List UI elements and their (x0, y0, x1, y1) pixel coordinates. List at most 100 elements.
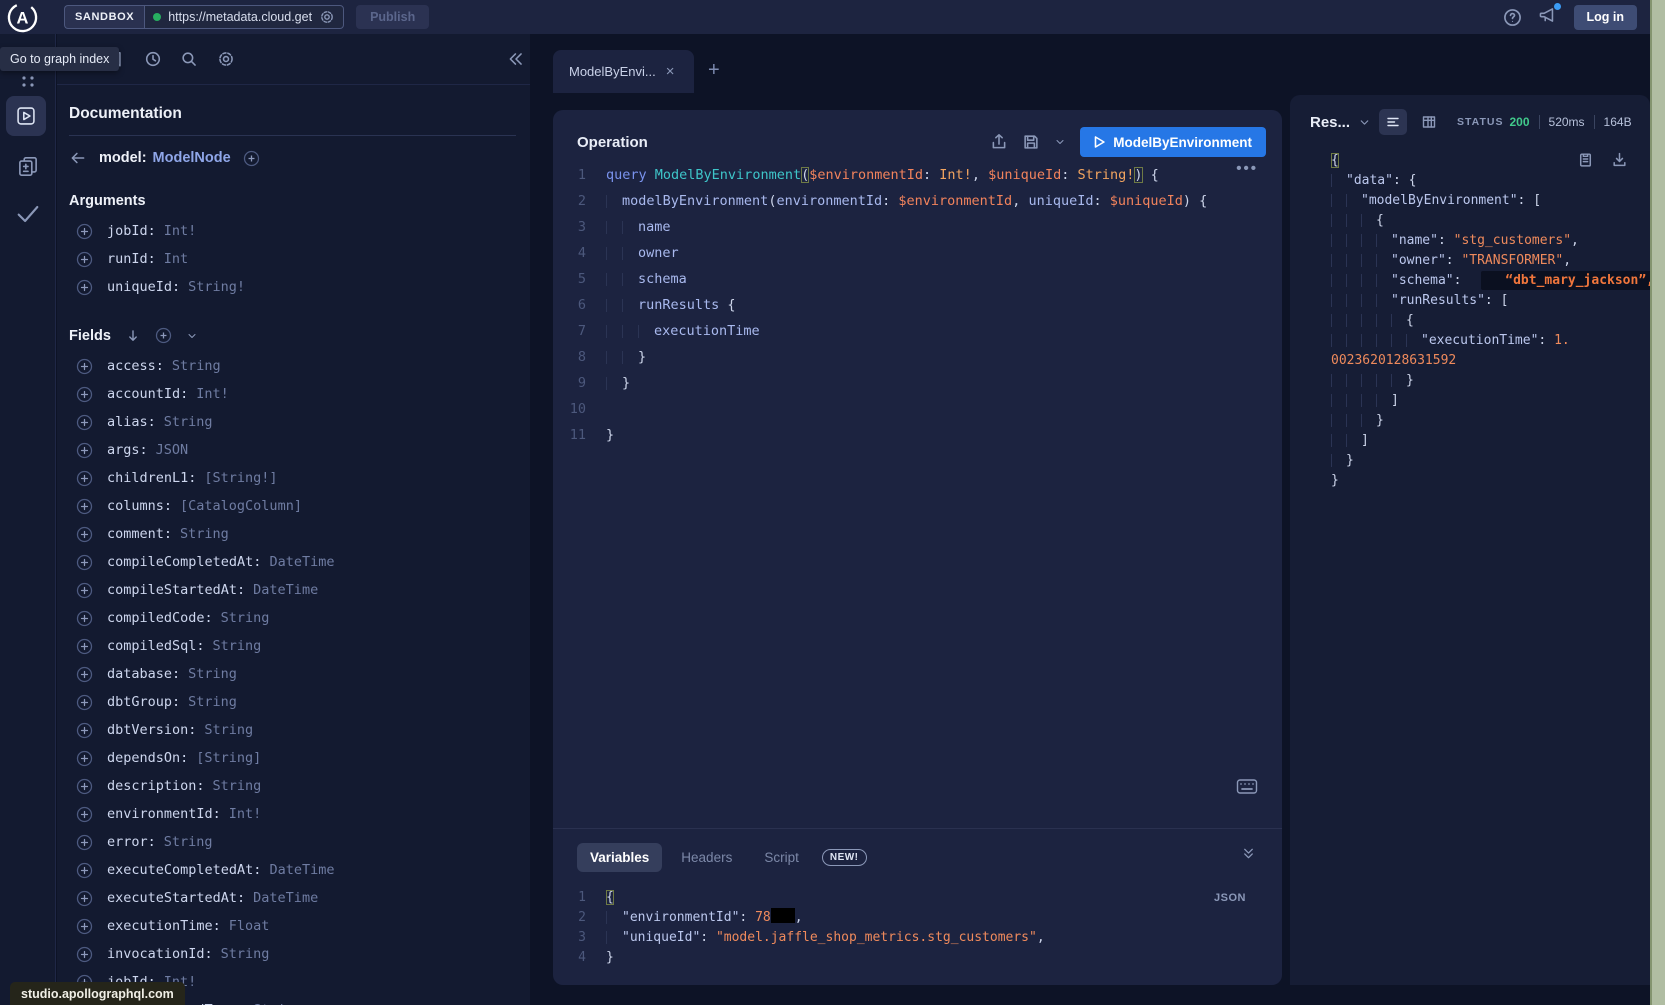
code-line: 7executionTime (553, 318, 1282, 344)
explorer-settings-gear-icon[interactable] (217, 50, 235, 68)
share-icon[interactable] (990, 133, 1008, 151)
doc-field-item: childrenL1:[String!] (69, 464, 516, 492)
back-arrow-icon[interactable] (69, 149, 87, 167)
checklist-nav-icon[interactable] (14, 202, 42, 226)
code-token: Int! (939, 167, 972, 183)
collapse-panel-icon[interactable] (507, 50, 525, 68)
add-to-operation-icon[interactable] (76, 750, 93, 767)
add-fields-icon[interactable] (155, 327, 172, 344)
keyboard-shortcuts-icon[interactable] (1236, 778, 1258, 795)
operation-code-editor[interactable]: 1query ModelByEnvironment($environmentId… (553, 162, 1282, 448)
add-to-operation-icon[interactable] (76, 582, 93, 599)
tab-variables[interactable]: Variables (577, 843, 662, 872)
endpoint-url-text[interactable]: https://metadata.cloud.get (168, 10, 312, 24)
add-to-operation-icon[interactable] (76, 554, 93, 571)
add-to-operation-icon[interactable] (76, 666, 93, 683)
line-number: 2 (553, 188, 599, 214)
field-name: environmentId: (107, 806, 221, 822)
fields-menu-chevron-icon[interactable] (186, 330, 198, 342)
indent-guide (1331, 334, 1346, 347)
code-line: "schema": “dbt_mary_jackson”, (1324, 271, 1640, 291)
add-to-operation-icon[interactable] (76, 722, 93, 739)
operation-panel: Operation ModelByEnvironment ••• 1query … (553, 110, 1282, 985)
add-to-operation-icon[interactable] (76, 778, 93, 795)
indent-guide (1361, 274, 1376, 287)
indent-guide (622, 247, 638, 261)
login-button[interactable]: Log in (1574, 5, 1638, 30)
add-to-operation-icon[interactable] (76, 862, 93, 879)
add-to-operation-icon[interactable] (76, 638, 93, 655)
operation-tab[interactable]: ModelByEnvi... × (553, 50, 694, 93)
indent-guide (1331, 454, 1346, 467)
add-to-operation-icon[interactable] (76, 279, 93, 296)
add-to-operation-icon[interactable] (76, 526, 93, 543)
add-to-operation-icon[interactable] (76, 251, 93, 268)
new-badge: NEW! (822, 849, 867, 866)
run-operation-button[interactable]: ModelByEnvironment (1080, 127, 1266, 157)
add-to-operation-icon[interactable] (76, 498, 93, 515)
apollo-logo[interactable]: A (6, 1, 39, 34)
code-token: : (1538, 333, 1554, 348)
indent-guide (1361, 294, 1376, 307)
add-to-operation-icon[interactable] (76, 694, 93, 711)
indent-guide (1346, 394, 1361, 407)
save-icon[interactable] (1022, 133, 1040, 151)
endpoint-settings-gear-icon[interactable] (319, 9, 335, 25)
add-to-operation-icon[interactable] (76, 806, 93, 823)
operation-title: Operation (577, 134, 648, 151)
add-to-operation-icon[interactable] (76, 223, 93, 240)
add-to-operation-icon[interactable] (76, 386, 93, 403)
field-type: String (213, 638, 262, 654)
code-token: : (739, 910, 755, 925)
add-to-operation-icon[interactable] (76, 358, 93, 375)
add-to-operation-icon[interactable] (76, 470, 93, 487)
add-to-operation-icon[interactable] (76, 946, 93, 963)
code-token: query (606, 167, 655, 183)
graph-index-dots-icon[interactable] (18, 74, 38, 88)
app-root: SANDBOX https://metadata.cloud.get Publi… (0, 0, 1665, 1005)
new-tab-button[interactable]: + (708, 60, 720, 80)
response-chevron-icon[interactable] (1358, 116, 1371, 129)
save-chevron-icon[interactable] (1054, 136, 1066, 148)
history-icon[interactable] (144, 50, 162, 68)
field-name: error: (107, 834, 156, 850)
format-text-toggle[interactable] (1379, 109, 1407, 135)
variables-editor[interactable]: 1{2"environmentId": 78,3"uniqueId": "mod… (553, 888, 1282, 968)
code-token: : (923, 167, 939, 183)
doc-field-item: alias:String (69, 408, 516, 436)
response-title[interactable]: Res... (1310, 114, 1350, 131)
explorer-nav-item[interactable] (6, 96, 46, 136)
add-to-operation-icon[interactable] (76, 442, 93, 459)
code-token: , (795, 910, 803, 925)
indent-guide (1346, 254, 1361, 267)
tab-script[interactable]: Script (751, 843, 812, 872)
doc-field-item: dbtGroup:String (69, 688, 516, 716)
code-line: 5schema (553, 266, 1282, 292)
indent-guide (1376, 274, 1391, 287)
endpoint-url-box[interactable]: https://metadata.cloud.get (144, 5, 344, 29)
code-token: ) (1134, 167, 1142, 183)
doc-type-name[interactable]: ModelNode (153, 150, 231, 166)
indent-guide (1346, 214, 1361, 227)
indent-guide (1376, 294, 1391, 307)
sort-fields-icon[interactable] (125, 328, 141, 344)
code-token: { (1143, 167, 1159, 183)
tab-headers[interactable]: Headers (668, 843, 745, 872)
field-name: compileCompletedAt: (107, 554, 261, 570)
tab-close-icon[interactable]: × (666, 63, 675, 80)
format-table-toggle[interactable] (1415, 109, 1443, 135)
publish-button[interactable]: Publish (356, 5, 429, 29)
add-to-operation-icon[interactable] (76, 834, 93, 851)
collapse-variables-icon[interactable] (1241, 846, 1256, 861)
code-token: 1. (1554, 333, 1570, 348)
add-all-fields-icon[interactable] (243, 150, 260, 167)
add-to-operation-icon[interactable] (76, 610, 93, 627)
add-to-operation-icon[interactable] (76, 414, 93, 431)
schema-nav-icon[interactable] (15, 154, 41, 180)
add-to-operation-icon[interactable] (76, 918, 93, 935)
code-token: , (1563, 253, 1571, 268)
help-icon[interactable] (1503, 8, 1522, 27)
search-icon[interactable] (180, 50, 198, 68)
add-to-operation-icon[interactable] (76, 890, 93, 907)
line-number: 9 (553, 370, 599, 396)
